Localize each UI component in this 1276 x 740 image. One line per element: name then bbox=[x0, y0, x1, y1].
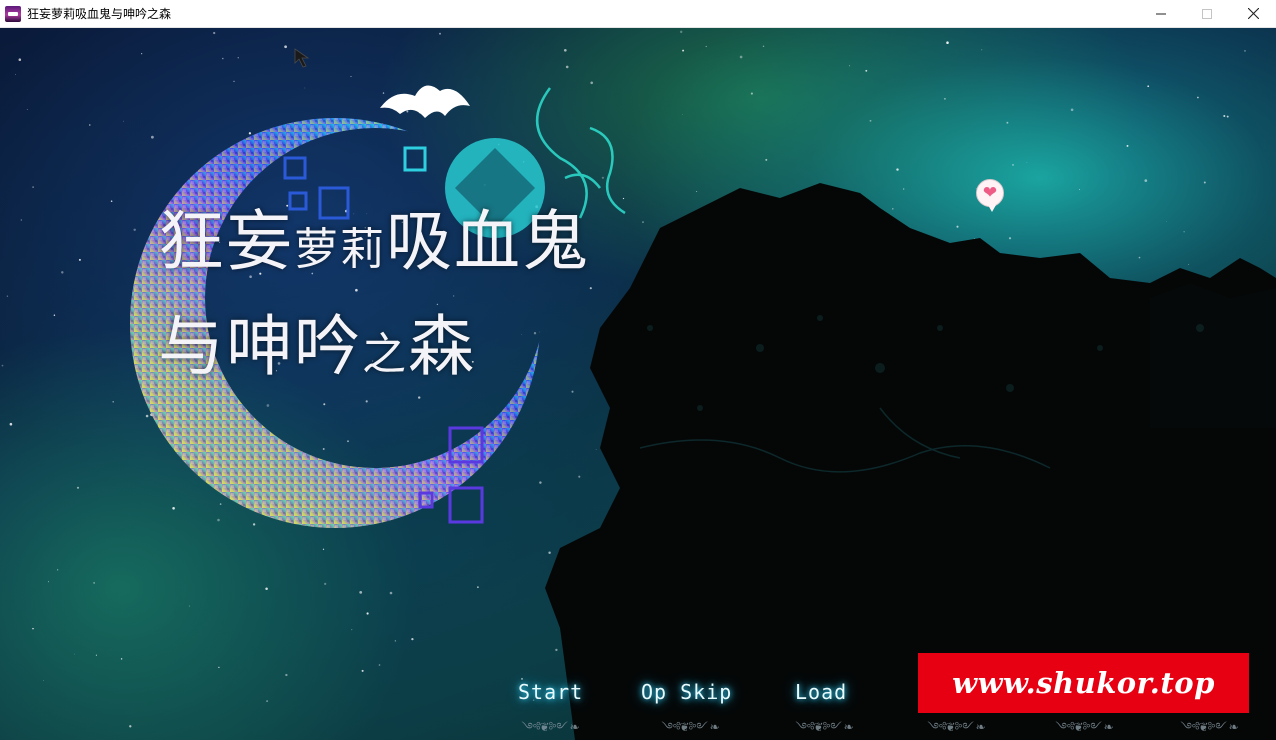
window-titlebar[interactable]: 狂妄萝莉吸血鬼与呻吟之森 bbox=[0, 0, 1276, 28]
mouse-cursor-icon bbox=[294, 48, 310, 68]
maximize-button[interactable] bbox=[1184, 0, 1230, 28]
app-icon bbox=[5, 5, 21, 22]
minimize-icon bbox=[1156, 13, 1166, 14]
forest-silhouette bbox=[545, 183, 1276, 740]
window-controls bbox=[1138, 0, 1276, 28]
minimize-button[interactable] bbox=[1138, 0, 1184, 28]
close-button[interactable] bbox=[1230, 0, 1276, 28]
window-title: 狂妄萝莉吸血鬼与呻吟之森 bbox=[27, 7, 172, 21]
close-icon bbox=[1247, 8, 1259, 19]
op-skip-button[interactable]: Op Skip bbox=[641, 680, 732, 704]
maximize-icon bbox=[1202, 8, 1212, 19]
watermark-banner: www.shukor.top bbox=[918, 653, 1249, 713]
start-button[interactable]: Start bbox=[518, 680, 583, 704]
game-viewport[interactable]: 狂妄萝莉吸血鬼 与呻吟之森 ❤ Start Op Skip Load ༺❦༻ ❧… bbox=[0, 28, 1276, 740]
load-button[interactable]: Load bbox=[795, 680, 847, 704]
heart-bubble-icon: ❤ bbox=[976, 179, 1004, 212]
